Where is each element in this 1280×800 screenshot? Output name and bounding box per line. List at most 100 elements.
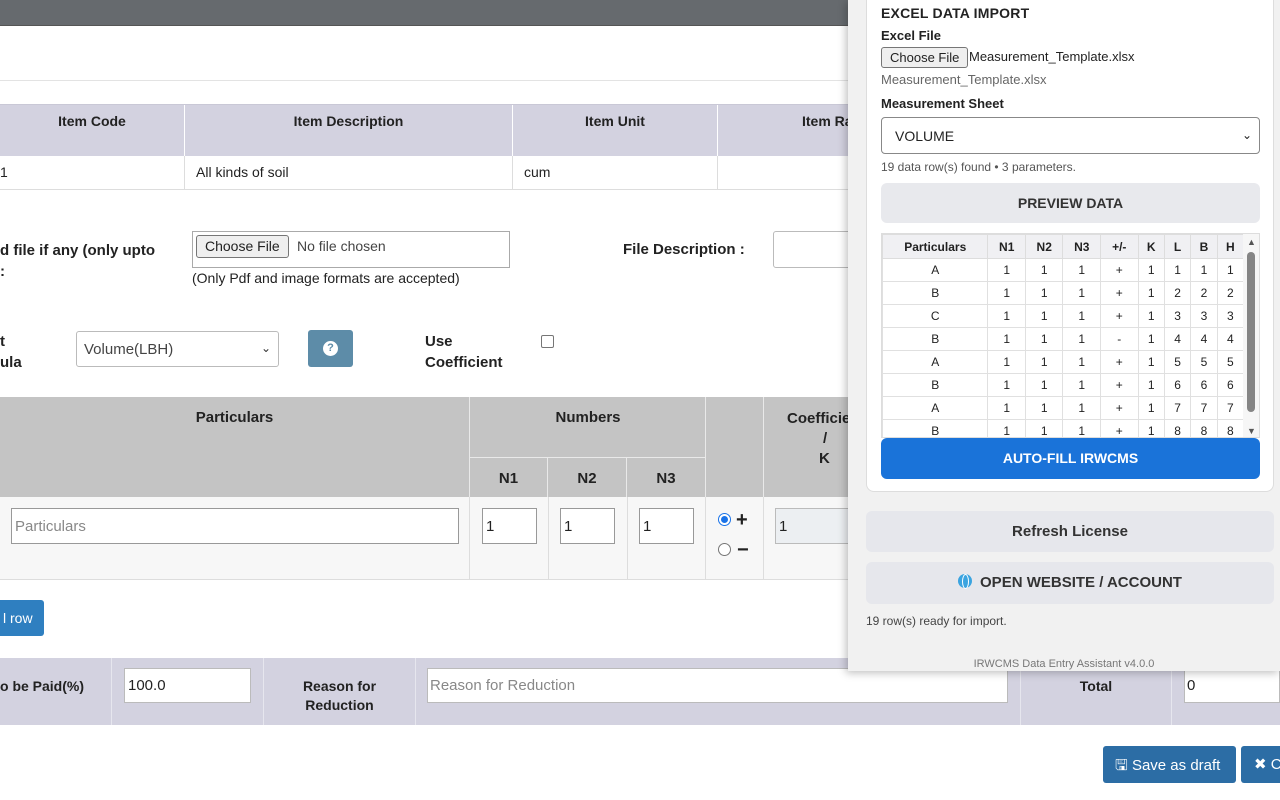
- n3-cell: 1: [628, 497, 706, 580]
- measurement-table-header: Particulars Numbers N1 N2 N3 Coefficie /…: [0, 397, 850, 497]
- preview-cell: 1: [1062, 258, 1101, 282]
- preview-cell: 1: [1024, 396, 1064, 420]
- selected-file-subtext: Measurement_Template.xlsx: [881, 72, 1047, 87]
- particulars-input[interactable]: Particulars: [11, 508, 459, 544]
- save-draft-button[interactable]: 🖫 Save as draft: [1103, 746, 1236, 783]
- item-description-value: All kinds of soil: [185, 156, 513, 189]
- paid-percent-label: o be Paid(%): [0, 678, 85, 694]
- reason-label: Reason for Reduction: [264, 677, 415, 715]
- preview-col-header: H: [1216, 234, 1245, 259]
- preview-cell: 1: [1062, 327, 1101, 351]
- preview-cell: 1: [1062, 396, 1101, 420]
- panel-choose-file-button[interactable]: Choose File: [881, 47, 969, 68]
- n2-input[interactable]: 1: [560, 508, 615, 544]
- measurement-row: Particulars 1 1 1 + − 1: [0, 497, 875, 580]
- preview-table-row: A 1 1 1 +1 7 7 7: [882, 396, 1245, 420]
- preview-cell: 1: [1024, 373, 1064, 397]
- preview-cell: 7: [1163, 396, 1192, 420]
- excel-file-label: Excel File: [881, 28, 941, 43]
- total-input[interactable]: 0: [1184, 668, 1280, 703]
- preview-table: Particulars N1 N2 N3 +/- K L B H A 1 1 1 +1 1 1 1 B 1 1 1 +1…: [881, 233, 1260, 438]
- import-card: EXCEL DATA IMPORT Excel File Choose File…: [866, 0, 1274, 492]
- open-website-button[interactable]: OPEN WEBSITE / ACCOUNT: [866, 562, 1274, 604]
- preview-cell: 1: [1062, 419, 1101, 437]
- sign-cell: + −: [706, 497, 764, 580]
- item-unit-value: cum: [513, 156, 718, 189]
- total-label: Total: [1079, 678, 1113, 694]
- preview-table-row: B 1 1 1 +1 6 6 6: [882, 373, 1245, 397]
- preview-table-row: B 1 1 1 +1 8 8 8: [882, 419, 1245, 437]
- preview-cell: B: [882, 327, 989, 351]
- scroll-up-icon[interactable]: ▲: [1247, 237, 1256, 247]
- refresh-license-button[interactable]: Refresh License: [866, 511, 1274, 552]
- preview-cell: 1: [1062, 373, 1101, 397]
- preview-table-row: A 1 1 1 +1 1 1 1: [882, 258, 1245, 282]
- preview-cell: 1: [1137, 373, 1165, 397]
- file-upload-input[interactable]: Choose File No file chosen: [192, 231, 510, 268]
- plus-radio[interactable]: [718, 513, 731, 526]
- close-button[interactable]: ✖ C: [1241, 746, 1280, 783]
- add-row-button[interactable]: l row: [0, 600, 44, 636]
- item-code-value: 1: [0, 156, 185, 189]
- reason-input[interactable]: Reason for Reduction: [427, 668, 1008, 703]
- preview-table-row: B111-1444: [882, 327, 1245, 351]
- help-button[interactable]: ?: [308, 330, 353, 367]
- version-text: IRWCMS Data Entry Assistant v4.0.0: [973, 658, 1155, 670]
- n1-input[interactable]: 1: [482, 508, 537, 544]
- formula-selected-value: Volume(LBH): [84, 341, 174, 358]
- preview-cell: 1: [1137, 350, 1165, 374]
- coef-label-line2: Coefficient: [425, 354, 503, 371]
- upload-format-note: (Only Pdf and image formats are accepted…: [192, 270, 460, 286]
- preview-cell: -: [1100, 327, 1139, 351]
- use-coefficient-checkbox[interactable]: [541, 335, 554, 348]
- preview-cell: 7: [1216, 396, 1245, 420]
- preview-cell: 1: [987, 350, 1026, 374]
- coef-label-line1: Use: [425, 333, 453, 350]
- preview-cell: 1: [1024, 281, 1064, 305]
- measurement-sheet-select[interactable]: VOLUME ⌄: [881, 117, 1260, 154]
- preview-cell: 5: [1216, 350, 1245, 374]
- formula-select[interactable]: Volume(LBH) ⌄: [76, 331, 279, 367]
- upload-label-line1: d file if any (only upto: [0, 242, 155, 259]
- chevron-down-icon: ⌄: [1241, 128, 1252, 142]
- preview-cell: 4: [1163, 327, 1192, 351]
- preview-data-button[interactable]: PREVIEW DATA: [881, 183, 1260, 223]
- preview-cell: 8: [1190, 419, 1218, 437]
- preview-cell: 3: [1163, 304, 1192, 328]
- reason-label-line1: Reason for: [302, 678, 377, 694]
- preview-cell: 1: [1024, 258, 1064, 282]
- n3-input[interactable]: 1: [639, 508, 694, 544]
- preview-cell: 6: [1163, 373, 1192, 397]
- preview-scrollbar[interactable]: ▲ ▼: [1243, 234, 1259, 437]
- minus-radio[interactable]: [718, 543, 731, 556]
- preview-cell: 1: [1137, 281, 1165, 305]
- preview-cell: 1: [987, 304, 1026, 328]
- file-status-text: No file chosen: [297, 238, 386, 254]
- auto-fill-button[interactable]: AUTO-FILL IRWCMS: [881, 438, 1260, 479]
- choose-file-button[interactable]: Choose File: [196, 235, 289, 258]
- preview-table-header: Particulars N1 N2 N3 +/- K L B H: [882, 234, 1245, 259]
- scroll-down-icon[interactable]: ▼: [1247, 426, 1256, 436]
- preview-cell: 1: [1163, 258, 1192, 282]
- preview-cell: 2: [1190, 281, 1218, 305]
- reason-label-line2: Reduction: [305, 697, 374, 713]
- preview-cell: 6: [1216, 373, 1245, 397]
- preview-cell: 8: [1216, 419, 1245, 437]
- paid-percent-input[interactable]: 100.0: [124, 668, 251, 703]
- preview-cell: 4: [1216, 327, 1245, 351]
- header-n3: N3: [656, 470, 676, 487]
- panel-title: EXCEL DATA IMPORT: [881, 5, 1030, 21]
- preview-cell: 1: [1024, 327, 1064, 351]
- preview-cell: 1: [1137, 327, 1165, 351]
- excel-import-panel: EXCEL DATA IMPORT Excel File Choose File…: [848, 0, 1280, 671]
- preview-cell: 1: [1190, 258, 1218, 282]
- preview-table-row: B 1 1 1 +1 2 2 2: [882, 281, 1245, 305]
- header-numbers: Numbers: [470, 397, 706, 458]
- preview-col-header: B: [1190, 234, 1218, 259]
- preview-cell: 5: [1163, 350, 1192, 374]
- preview-col-header: Particulars: [882, 234, 989, 259]
- preview-col-header: N1: [987, 234, 1026, 259]
- scroll-thumb[interactable]: [1247, 252, 1255, 412]
- upload-label-line2: :: [0, 263, 5, 280]
- use-coefficient-label: Use Coefficient: [425, 331, 503, 373]
